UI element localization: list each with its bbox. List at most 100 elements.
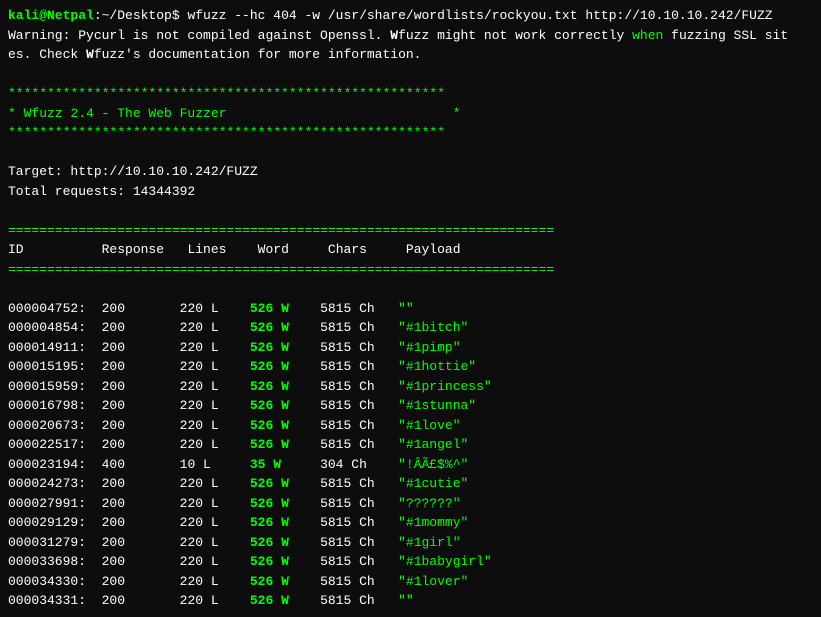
- cell-payload: "#1mommy": [398, 515, 468, 530]
- cell-word: 526 W: [250, 515, 320, 530]
- cell-id: 000022517:: [8, 437, 102, 452]
- table-row: 000014911: 200 220 L 526 W 5815 Ch "#1pi…: [8, 338, 813, 358]
- cell-response: 200: [102, 301, 180, 316]
- terminal: kali@Netpal:~/Desktop$ wfuzz --hc 404 -w…: [0, 0, 821, 617]
- warning-line-1: Warning: Pycurl is not compiled against …: [8, 26, 813, 46]
- cell-response: 200: [102, 418, 180, 433]
- cell-word: 35 W: [250, 457, 320, 472]
- cell-word: 526 W: [250, 535, 320, 550]
- cell-response: 200: [102, 574, 180, 589]
- table-row: 000020673: 200 220 L 526 W 5815 Ch "#1lo…: [8, 416, 813, 436]
- cell-lines: 220 L: [180, 496, 250, 511]
- cell-lines: 220 L: [180, 418, 250, 433]
- cell-chars: 5815 Ch: [320, 301, 398, 316]
- cell-payload: "#1babygirl": [398, 554, 492, 569]
- cell-response: 200: [102, 593, 180, 608]
- cell-word: 526 W: [250, 320, 320, 335]
- cell-id: 000015195:: [8, 359, 102, 374]
- cell-lines: 10 L: [180, 457, 250, 472]
- cell-word: 526 W: [250, 476, 320, 491]
- cell-id: 000004854:: [8, 320, 102, 335]
- table-row: 000023194: 400 10 L 35 W 304 Ch "!ÂÃ£$%^…: [8, 455, 813, 475]
- cell-response: 200: [102, 437, 180, 452]
- table-row: 000015959: 200 220 L 526 W 5815 Ch "#1pr…: [8, 377, 813, 397]
- cell-lines: 220 L: [180, 359, 250, 374]
- cell-id: 000016798:: [8, 398, 102, 413]
- warning-text-1: Warning: Pycurl is not compiled against …: [8, 28, 788, 43]
- cell-chars: 5815 Ch: [320, 593, 398, 608]
- cell-lines: 220 L: [180, 398, 250, 413]
- target-line: Target: http://10.10.10.242/FUZZ: [8, 162, 813, 182]
- cell-response: 200: [102, 340, 180, 355]
- cell-id: 000034331:: [8, 593, 102, 608]
- table-divider-mid: ========================================…: [8, 260, 813, 280]
- divider-top: ****************************************…: [8, 84, 813, 104]
- cell-chars: 5815 Ch: [320, 574, 398, 589]
- cell-response: 200: [102, 496, 180, 511]
- cell-lines: 220 L: [180, 574, 250, 589]
- cell-lines: 220 L: [180, 476, 250, 491]
- cell-word: 526 W: [250, 301, 320, 316]
- cell-response: 200: [102, 359, 180, 374]
- col-response: Response: [102, 242, 188, 257]
- cell-chars: 5815 Ch: [320, 379, 398, 394]
- cell-id: 000034330:: [8, 574, 102, 589]
- cell-payload: "#1girl": [398, 535, 460, 550]
- cell-payload: "#1angel": [398, 437, 468, 452]
- col-chars: Chars: [328, 242, 406, 257]
- cell-chars: 5815 Ch: [320, 437, 398, 452]
- blank-4: [8, 279, 813, 299]
- cell-word: 526 W: [250, 340, 320, 355]
- table-column-headers: ID Response Lines Word Chars Payload: [8, 240, 813, 260]
- cell-word: 526 W: [250, 379, 320, 394]
- cell-payload: "#1pimp": [398, 340, 460, 355]
- cell-lines: 220 L: [180, 554, 250, 569]
- table-divider-top: ========================================…: [8, 221, 813, 241]
- cell-id: 000014911:: [8, 340, 102, 355]
- cell-lines: 220 L: [180, 593, 250, 608]
- cell-chars: 304 Ch: [320, 457, 398, 472]
- table-row: 000033698: 200 220 L 526 W 5815 Ch "#1ba…: [8, 552, 813, 572]
- command-text: wfuzz --hc 404 -w /usr/share/wordlists/r…: [187, 8, 772, 23]
- cell-word: 526 W: [250, 554, 320, 569]
- cell-chars: 5815 Ch: [320, 476, 398, 491]
- prompt-host: kali@Netpal: [8, 8, 94, 23]
- blank-3: [8, 201, 813, 221]
- wfuzz-title: * Wfuzz 2.4 - The Web Fuzzer *: [8, 104, 813, 124]
- cell-word: 526 W: [250, 437, 320, 452]
- cell-payload: "": [398, 593, 414, 608]
- cell-payload: "": [398, 301, 414, 316]
- table-row: 000004854: 200 220 L 526 W 5815 Ch "#1bi…: [8, 318, 813, 338]
- cell-lines: 220 L: [180, 535, 250, 550]
- cell-response: 200: [102, 535, 180, 550]
- cell-response: 200: [102, 379, 180, 394]
- table-row: 000031279: 200 220 L 526 W 5815 Ch "#1gi…: [8, 533, 813, 553]
- table-row: 000034330: 200 220 L 526 W 5815 Ch "#1lo…: [8, 572, 813, 592]
- cell-id: 000023194:: [8, 457, 102, 472]
- table-row: 000034331: 200 220 L 526 W 5815 Ch "": [8, 591, 813, 611]
- table-row: 000016798: 200 220 L 526 W 5815 Ch "#1st…: [8, 396, 813, 416]
- cell-id: 000027991:: [8, 496, 102, 511]
- cell-payload: "#1hottie": [398, 359, 476, 374]
- warning-text-2: es. Check Wfuzz's documentation for more…: [8, 47, 421, 62]
- cell-word: 526 W: [250, 418, 320, 433]
- cell-word: 526 W: [250, 574, 320, 589]
- cell-chars: 5815 Ch: [320, 554, 398, 569]
- cell-lines: 220 L: [180, 340, 250, 355]
- cell-lines: 220 L: [180, 379, 250, 394]
- cell-word: 526 W: [250, 398, 320, 413]
- cell-chars: 5815 Ch: [320, 320, 398, 335]
- prompt-path: :~/Desktop: [94, 8, 172, 23]
- cell-response: 200: [102, 476, 180, 491]
- cell-chars: 5815 Ch: [320, 496, 398, 511]
- total-requests-line: Total requests: 14344392: [8, 182, 813, 202]
- cell-id: 000004752:: [8, 301, 102, 316]
- cell-response: 200: [102, 515, 180, 530]
- blank-1: [8, 65, 813, 85]
- cell-response: 200: [102, 398, 180, 413]
- cell-word: 526 W: [250, 593, 320, 608]
- cell-lines: 220 L: [180, 437, 250, 452]
- cell-payload: "??????": [398, 496, 460, 511]
- cell-response: 200: [102, 554, 180, 569]
- cell-response: 400: [102, 457, 180, 472]
